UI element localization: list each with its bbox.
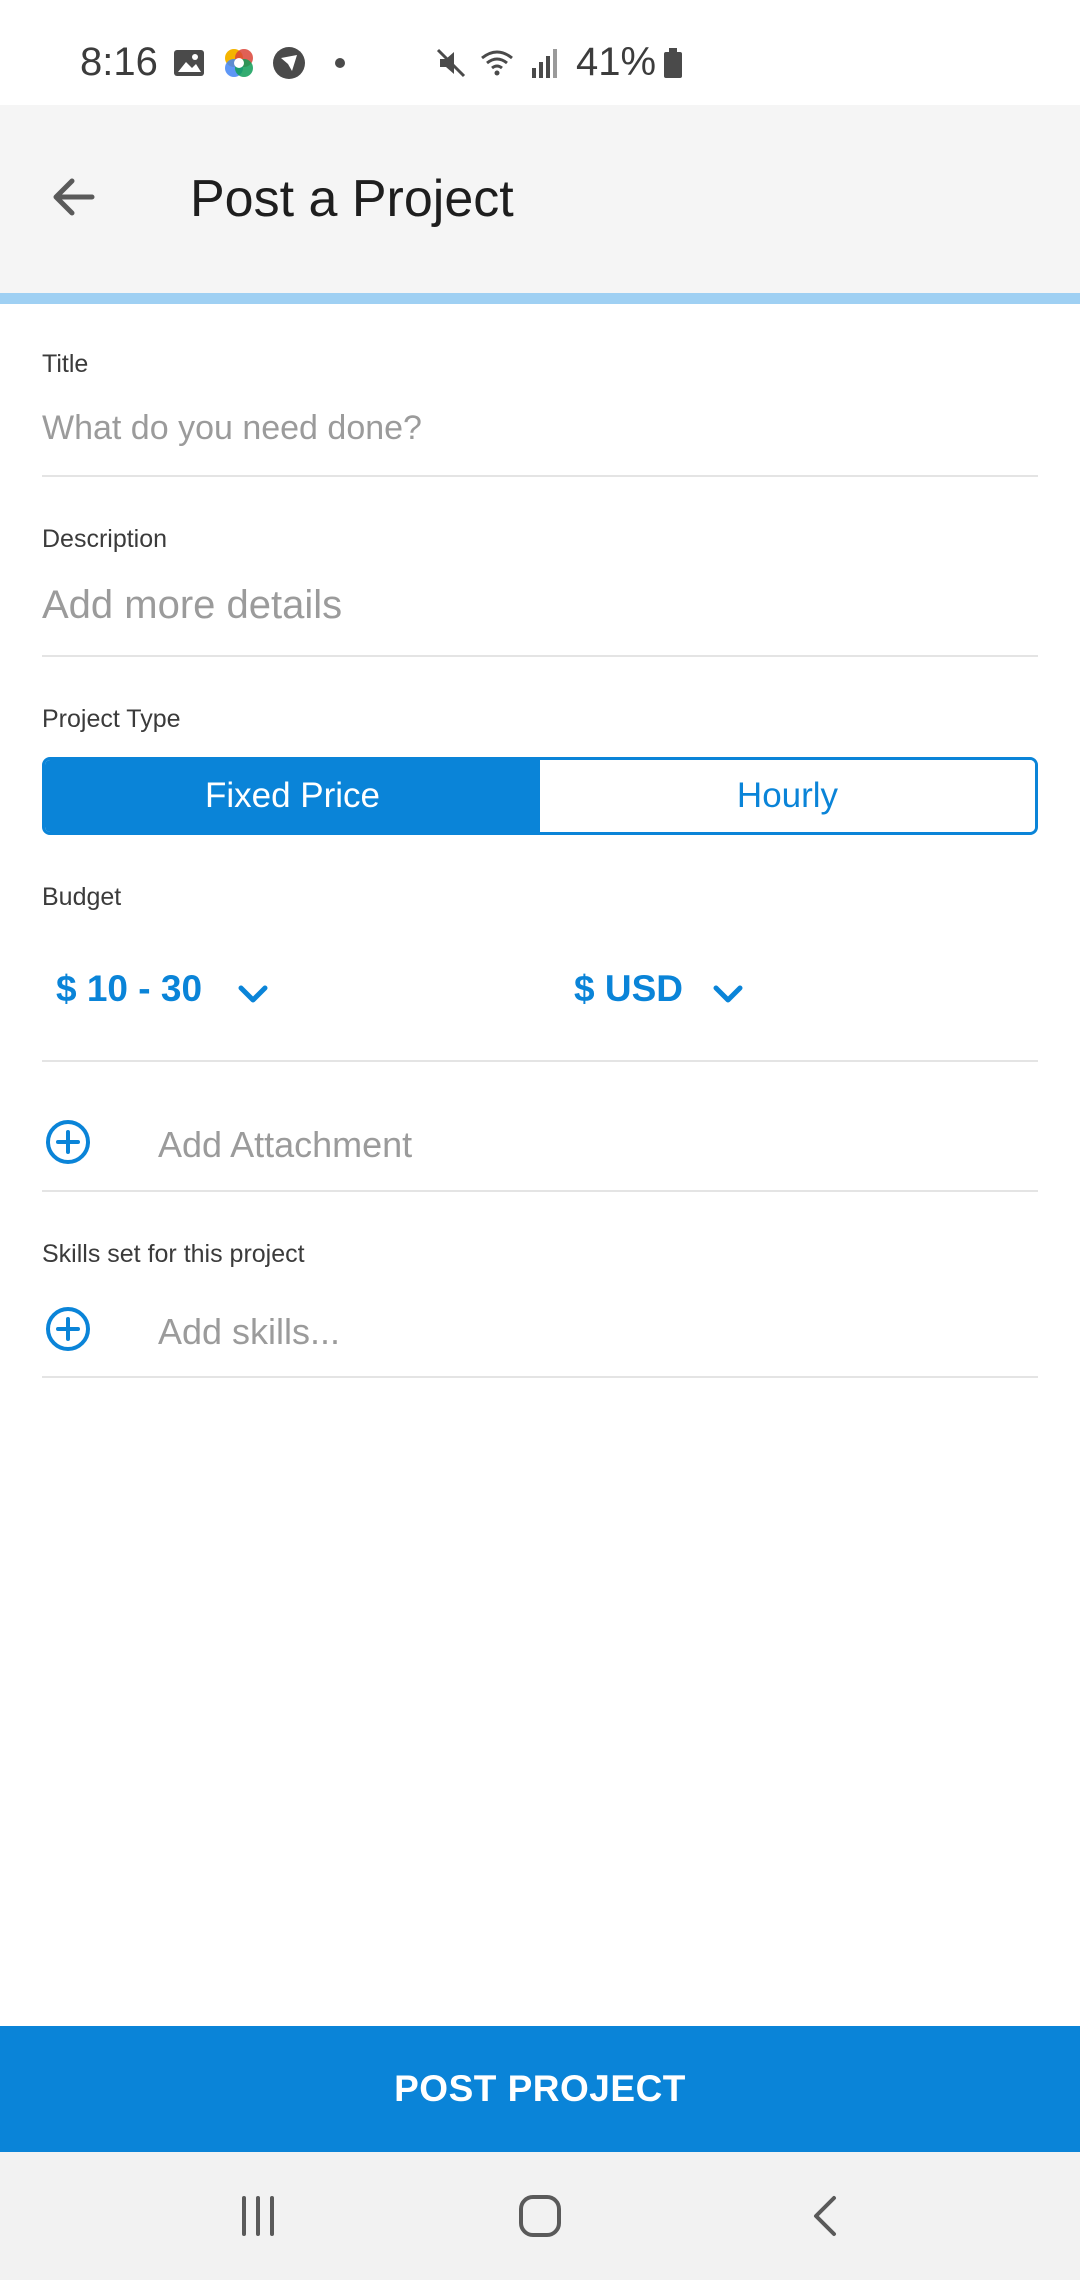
attachment-divider bbox=[42, 1190, 1038, 1192]
description-divider bbox=[42, 655, 1038, 657]
wifi-icon bbox=[481, 50, 513, 76]
description-input[interactable]: Add more details bbox=[42, 583, 342, 628]
title-input[interactable]: What do you need done? bbox=[42, 409, 422, 448]
chevron-down-icon[interactable] bbox=[708, 974, 748, 1014]
add-circle-icon[interactable] bbox=[44, 1305, 92, 1353]
budget-label: Budget bbox=[42, 883, 122, 911]
currency-dropdown[interactable]: $ USD bbox=[574, 968, 683, 1010]
mute-icon bbox=[436, 48, 466, 78]
title-divider bbox=[42, 475, 1038, 477]
budget-divider bbox=[42, 1060, 1038, 1062]
add-skills-input[interactable]: Add skills... bbox=[158, 1311, 340, 1353]
gallery-icon bbox=[174, 50, 204, 76]
fixed-price-option[interactable]: Fixed Price bbox=[45, 760, 540, 832]
chevron-down-icon[interactable] bbox=[233, 974, 273, 1014]
color-app-icon bbox=[225, 49, 253, 77]
title-label: Title bbox=[42, 350, 89, 378]
system-nav-bar bbox=[0, 2152, 1080, 2280]
battery-icon bbox=[664, 48, 682, 78]
battery-percent: 41% bbox=[576, 40, 657, 84]
page-title: Post a Project bbox=[190, 170, 514, 228]
app-bar: Post a Project bbox=[0, 105, 1080, 293]
add-circle-icon[interactable] bbox=[44, 1118, 92, 1166]
hourly-option[interactable]: Hourly bbox=[540, 760, 1035, 832]
budget-range-dropdown[interactable]: $ 10 - 30 bbox=[56, 968, 202, 1010]
status-time: 8:16 bbox=[80, 40, 158, 84]
post-project-button[interactable]: POST PROJECT bbox=[0, 2026, 1080, 2152]
dot-icon bbox=[335, 58, 345, 68]
status-bar: 8:16 41% bbox=[0, 0, 1080, 105]
arrow-left-icon[interactable] bbox=[42, 165, 106, 229]
project-type-toggle: Fixed Price Hourly bbox=[42, 757, 1038, 835]
project-type-label: Project Type bbox=[42, 705, 181, 733]
vpn-app-icon bbox=[273, 47, 305, 79]
signal-icon bbox=[532, 49, 557, 78]
add-attachment-button[interactable]: Add Attachment bbox=[158, 1124, 412, 1166]
home-icon[interactable] bbox=[516, 2192, 564, 2240]
back-icon[interactable] bbox=[804, 2194, 848, 2238]
skills-divider bbox=[42, 1376, 1038, 1378]
progress-bar bbox=[0, 293, 1080, 304]
skills-label: Skills set for this project bbox=[42, 1240, 305, 1268]
description-label: Description bbox=[42, 525, 168, 553]
recents-icon[interactable] bbox=[236, 2194, 280, 2238]
